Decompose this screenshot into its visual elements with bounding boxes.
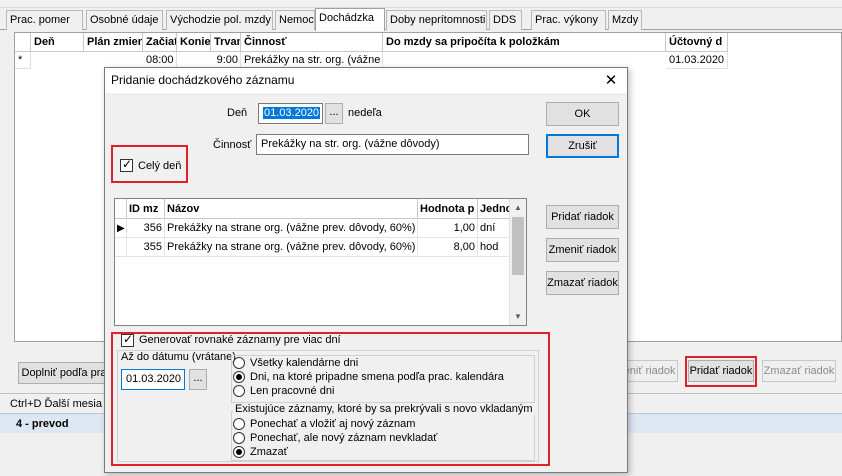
tab-nemoc[interactable]: Nemoc [275, 10, 315, 30]
grid-header-do-mzdy[interactable]: Do mzdy sa pripočíta k položkám [383, 33, 666, 52]
dialog-title: Pridanie dochádzkového záznamu [105, 68, 627, 93]
items-table[interactable]: ID mz Názov Hodnota p Jedno ▶ 356 Prekáž… [114, 198, 527, 326]
items-cell-nazov[interactable]: Prekážky na strane org. (vážne prev. dôv… [165, 238, 418, 257]
radio-vsetky-dni-label: Všetky kalendárne dni [250, 357, 359, 369]
add-attendance-dialog: Pridanie dochádzkového záznamu ✕ Deň 01.… [104, 67, 628, 473]
az-do-input[interactable]: 01.03.2020 [121, 369, 185, 390]
tab-bar: Prac. pomer Osobné údaje Východzie pol. … [0, 8, 842, 31]
grid-header-uctovny[interactable]: Účtovný d [666, 33, 728, 52]
cinnost-input[interactable]: Prekážky na str. org. (vážne dôvody) [256, 134, 529, 155]
den-weekday: nedeľa [348, 107, 382, 119]
items-header-nazov[interactable]: Názov [165, 199, 418, 219]
items-cell-hodnota[interactable]: 1,00 [418, 219, 478, 238]
items-row-marker: ▶ [115, 219, 127, 238]
radio-pracovne-dni[interactable] [233, 385, 245, 397]
tab-dds[interactable]: DDS [489, 10, 522, 30]
radio-ponechat-nevkladat[interactable] [233, 432, 245, 444]
radio-ponechat-nevkladat-label: Ponechať, ale nový záznam nevkladať [250, 432, 438, 444]
items-scrollbar[interactable]: ▲ ▼ [509, 199, 526, 325]
items-cell-hodnota[interactable]: 8,00 [418, 238, 478, 257]
generate-checkbox[interactable]: ✓ [121, 332, 134, 347]
ok-button[interactable]: OK [546, 102, 619, 126]
grid-row-marker: * [15, 52, 31, 69]
tab-prac-pomer[interactable]: Prac. pomer [6, 10, 83, 30]
scroll-up-icon[interactable]: ▲ [510, 199, 526, 216]
scroll-thumb[interactable] [512, 217, 524, 275]
radio-ponechat-vlozit-label: Ponechať a vložiť aj nový záznam [250, 418, 416, 430]
radio-ponechat-vlozit[interactable] [233, 418, 245, 430]
cely-den-checkbox[interactable]: ✓ [120, 157, 133, 172]
radio-zmazat-label: Zmazať [250, 446, 288, 458]
overlap-title: Existujúce záznamy, ktoré by sa prekrýva… [233, 403, 535, 415]
radio-dni-smena[interactable] [233, 371, 245, 383]
items-row-marker [115, 238, 127, 257]
tab-doby-nepritomnosti[interactable]: Doby neprítomnosti [386, 10, 487, 30]
scroll-down-icon[interactable]: ▼ [510, 308, 526, 325]
az-do-picker-button[interactable]: ... [189, 369, 207, 390]
items-cell-jednotka[interactable]: dní [478, 219, 510, 238]
doplnit-button[interactable]: Doplniť podľa pra [18, 362, 110, 384]
zmazat-riadok-button[interactable]: Zmazať riadok [546, 271, 619, 295]
grid-header-den[interactable]: Deň [31, 33, 84, 52]
items-cell-id[interactable]: 356 [127, 219, 165, 238]
den-picker-button[interactable]: ... [325, 103, 343, 124]
tab-mzdy[interactable]: Mzdy [608, 10, 642, 30]
radio-pracovne-dni-label: Len pracovné dni [250, 385, 335, 397]
items-cell-nazov[interactable]: Prekážky na strane org. (vážne prev. dôv… [165, 219, 418, 238]
zmenit-riadok-button[interactable]: Zmeniť riadok [546, 238, 619, 262]
radio-dni-smena-label: Dni, na ktoré pripadne smena podľa prac.… [250, 371, 504, 383]
grid-header-trvanie[interactable]: Trvani [211, 33, 241, 52]
radio-vsetky-dni[interactable] [233, 357, 245, 369]
window-top-strip [0, 0, 842, 8]
tab-dochadzka[interactable]: Dochádzka [315, 8, 385, 31]
highlight-pridat-riadok [685, 356, 757, 387]
generate-label: Generovať rovnaké záznamy pre viac dní [139, 334, 341, 346]
den-input[interactable]: 01.03.2020 [258, 103, 323, 124]
pridat-riadok-button[interactable]: Pridať riadok [546, 205, 619, 229]
grid-header-zaciatok[interactable]: Začiat [143, 33, 177, 52]
tab-prac-vykony[interactable]: Prac. výkony [531, 10, 606, 30]
grid-header-plan[interactable]: Plán zmien [84, 33, 143, 52]
grid-header-koniec[interactable]: Koniec [177, 33, 211, 52]
items-header-id[interactable]: ID mz [127, 199, 165, 219]
cinnost-label: Činnosť [213, 139, 252, 151]
radio-zmazat[interactable] [233, 446, 245, 458]
items-indicator-header [115, 199, 127, 219]
tab-osobne-udaje[interactable]: Osobné údaje [86, 10, 163, 30]
items-header-hodnota[interactable]: Hodnota p [418, 199, 478, 219]
zmazat-riadok-background-button[interactable]: Zmazať riadok [762, 360, 836, 382]
den-label: Deň [227, 107, 248, 119]
items-header-jednotka[interactable]: Jedno [478, 199, 510, 219]
grid-header-cinnost[interactable]: Činnosť [241, 33, 383, 52]
close-icon[interactable]: ✕ [601, 68, 621, 93]
grid-cell-uctovny[interactable]: 01.03.2020 [666, 52, 728, 69]
tab-vychodzie-pol-mzdy[interactable]: Východzie pol. mzdy [166, 10, 273, 30]
zrusit-button[interactable]: Zrušiť [546, 134, 619, 158]
items-cell-jednotka[interactable]: hod [478, 238, 510, 257]
az-do-label: Až do dátumu (vrátane) [121, 351, 236, 363]
cely-den-label: Celý deň [138, 160, 182, 172]
grid-indicator-header [15, 33, 31, 52]
items-cell-id[interactable]: 355 [127, 238, 165, 257]
